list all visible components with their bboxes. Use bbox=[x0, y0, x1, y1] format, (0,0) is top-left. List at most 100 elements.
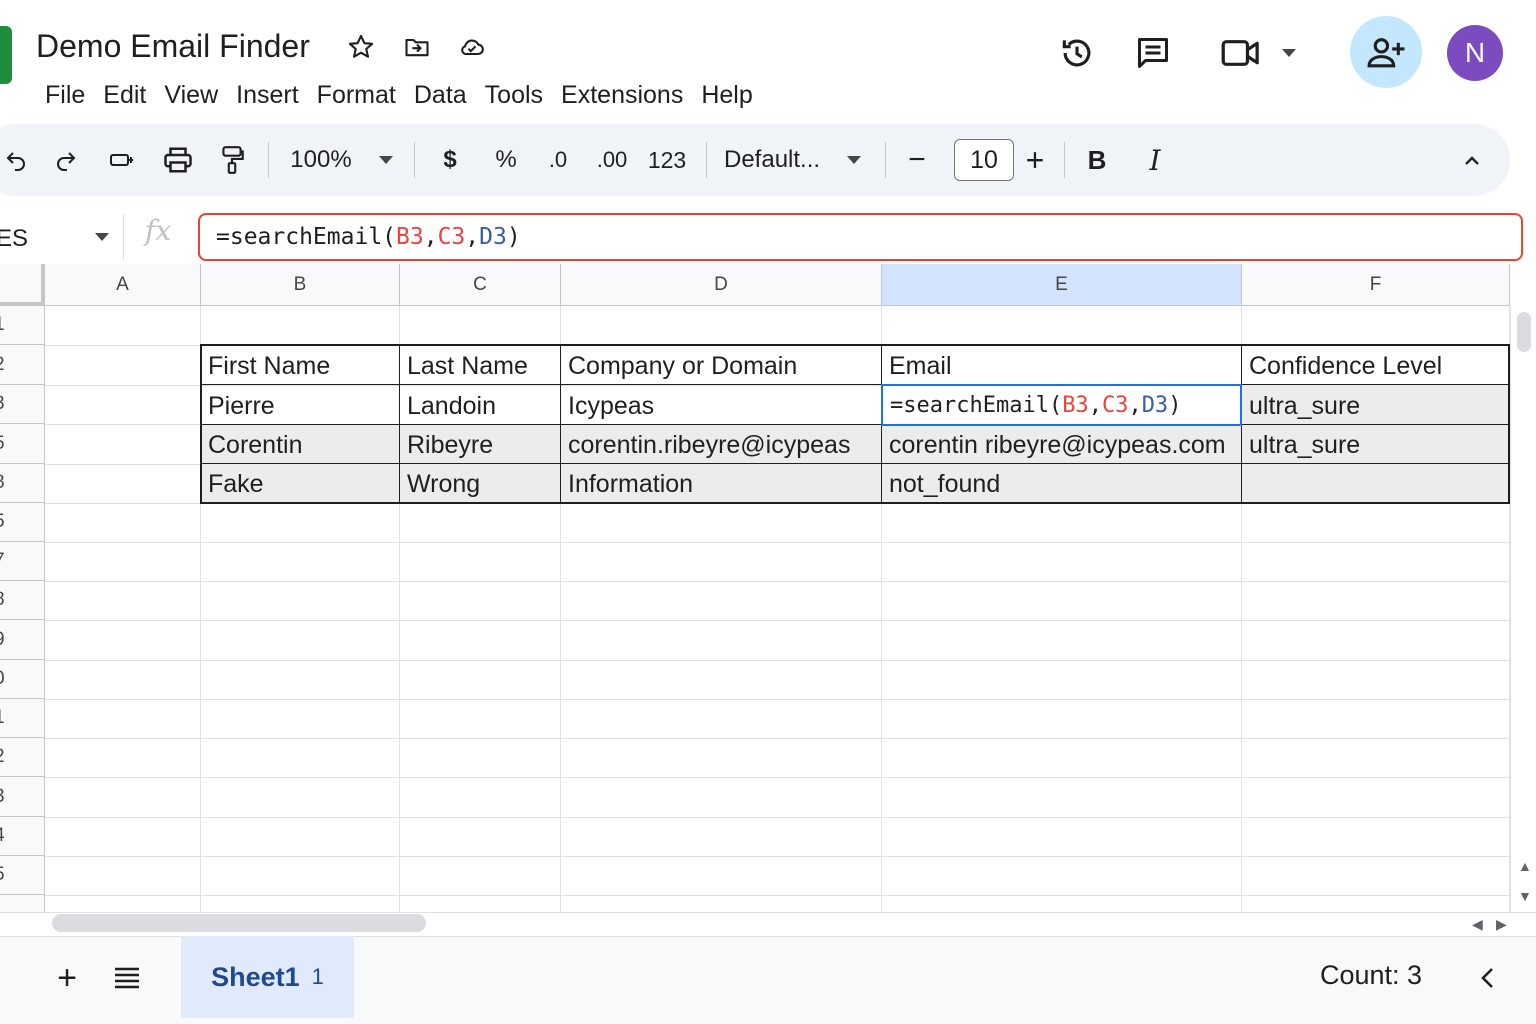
row-header[interactable]: 4 bbox=[0, 817, 45, 856]
column-header-d[interactable]: D bbox=[561, 264, 882, 306]
search-menus-icon[interactable] bbox=[104, 140, 140, 180]
more-formats-button[interactable]: 123 bbox=[645, 140, 689, 180]
formula-prefix: =searchEmail( bbox=[216, 224, 397, 250]
grid-line bbox=[45, 620, 1536, 621]
menu-extensions[interactable]: Extensions bbox=[552, 78, 692, 112]
row-header[interactable]: 1 bbox=[0, 306, 45, 345]
comments-icon[interactable] bbox=[1132, 32, 1174, 74]
column-header-f[interactable]: F bbox=[1242, 264, 1510, 306]
row-header[interactable]: 0 bbox=[0, 660, 45, 699]
formula-comma: , bbox=[423, 224, 438, 250]
column-header-b[interactable]: B bbox=[201, 264, 400, 306]
formula-ref-c3: C3 bbox=[437, 224, 466, 250]
vertical-scrollbar-thumb[interactable] bbox=[1517, 312, 1531, 352]
toolbar-divider bbox=[414, 142, 415, 178]
row-header[interactable]: 3 bbox=[0, 777, 45, 817]
row-header[interactable]: 5 bbox=[0, 424, 45, 464]
paint-format-icon[interactable] bbox=[214, 140, 250, 180]
all-sheets-menu-icon[interactable] bbox=[112, 958, 142, 998]
row-header[interactable]: 2 bbox=[0, 345, 45, 385]
grid-line bbox=[45, 581, 1536, 582]
row-header[interactable]: 8 bbox=[0, 464, 45, 503]
version-history-icon[interactable] bbox=[1056, 32, 1098, 74]
side-panel-toggle-icon[interactable] bbox=[1472, 958, 1502, 998]
grid-line bbox=[45, 542, 1536, 543]
menu-tools[interactable]: Tools bbox=[476, 78, 552, 112]
star-icon[interactable] bbox=[346, 32, 376, 62]
percent-format-button[interactable]: % bbox=[490, 140, 522, 180]
decrease-font-size-button[interactable]: − bbox=[902, 140, 932, 180]
cell-e3-active-editor[interactable]: =searchEmail(B3, C3, D3) bbox=[881, 384, 1242, 426]
row-header[interactable]: 5 bbox=[0, 856, 45, 895]
collapse-toolbar-icon[interactable] bbox=[1458, 140, 1486, 180]
meet-video-icon[interactable] bbox=[1218, 32, 1264, 74]
cell-formula-comma: , bbox=[1088, 392, 1102, 418]
row-header[interactable]: 3 bbox=[0, 385, 45, 424]
increase-font-size-button[interactable]: + bbox=[1020, 140, 1050, 180]
share-button[interactable] bbox=[1350, 16, 1422, 88]
sheet-tab-sheet1[interactable]: Sheet1 1 bbox=[181, 936, 354, 1018]
font-select[interactable]: Default... bbox=[724, 140, 834, 180]
select-all-corner[interactable] bbox=[0, 264, 45, 306]
sheet-tab-label: Sheet1 bbox=[211, 961, 300, 992]
row-header[interactable]: 8 bbox=[0, 581, 45, 620]
meet-dropdown-chevron-icon[interactable] bbox=[1276, 40, 1302, 66]
grid-line bbox=[45, 895, 1536, 896]
spreadsheet-grid[interactable]: A B C D E F 1 2 3 5 8 5 7 8 9 0 1 2 3 4 … bbox=[0, 264, 1536, 916]
row-header[interactable]: 2 bbox=[0, 738, 45, 777]
font-chevron-icon[interactable] bbox=[842, 140, 866, 180]
column-header-e[interactable]: E bbox=[882, 264, 1242, 306]
menu-format[interactable]: Format bbox=[308, 78, 405, 112]
table-border bbox=[560, 344, 561, 504]
horizontal-scrollbar-thumb[interactable] bbox=[52, 914, 426, 932]
column-header-c[interactable]: C bbox=[400, 264, 561, 306]
currency-format-button[interactable]: $ bbox=[434, 140, 466, 180]
move-to-folder-icon[interactable] bbox=[402, 32, 432, 62]
scroll-right-arrow-icon[interactable]: ▶ bbox=[1496, 916, 1507, 933]
menu-edit[interactable]: Edit bbox=[94, 78, 155, 112]
cloud-saved-icon[interactable] bbox=[457, 32, 487, 62]
vertical-scrollbar[interactable] bbox=[1510, 306, 1536, 912]
name-box-value: ES bbox=[0, 225, 29, 252]
name-box-chevron-icon[interactable] bbox=[92, 222, 112, 252]
italic-button[interactable]: I bbox=[1140, 140, 1170, 180]
undo-icon[interactable] bbox=[0, 140, 32, 180]
cell-formula-prefix: =searchEmail( bbox=[890, 392, 1063, 418]
row-header[interactable]: 5 bbox=[0, 503, 45, 542]
bold-button[interactable]: B bbox=[1082, 140, 1112, 180]
sheets-logo[interactable] bbox=[0, 26, 12, 84]
column-header-a[interactable]: A bbox=[45, 264, 201, 306]
scroll-down-arrow-icon[interactable]: ▼ bbox=[1518, 888, 1532, 904]
toolbar-divider bbox=[1064, 142, 1065, 178]
menu-insert[interactable]: Insert bbox=[227, 78, 308, 112]
print-icon[interactable] bbox=[160, 140, 196, 180]
redo-icon[interactable] bbox=[50, 140, 82, 180]
account-avatar[interactable]: N bbox=[1447, 25, 1503, 81]
menu-file[interactable]: File bbox=[36, 78, 94, 112]
toolbar-divider bbox=[268, 142, 269, 178]
fx-icon: fx bbox=[145, 214, 172, 247]
increase-decimal-button[interactable]: .00 bbox=[592, 140, 632, 180]
add-person-icon bbox=[1367, 38, 1405, 68]
grid-line bbox=[45, 777, 1536, 778]
document-title[interactable]: Demo Email Finder bbox=[36, 28, 310, 65]
formula-input[interactable]: =searchEmail(B3, C3, D3) bbox=[198, 213, 1523, 261]
cell-formula-ref-d3: D3 bbox=[1141, 392, 1169, 418]
scroll-left-arrow-icon[interactable]: ◀ bbox=[1472, 916, 1483, 933]
zoom-chevron-icon[interactable] bbox=[374, 140, 398, 180]
scroll-up-arrow-icon[interactable]: ▲ bbox=[1518, 858, 1532, 874]
formula-ref-b3: B3 bbox=[396, 224, 424, 250]
font-size-input[interactable]: 10 bbox=[954, 139, 1014, 181]
menu-data[interactable]: Data bbox=[405, 78, 476, 112]
menu-help[interactable]: Help bbox=[692, 78, 761, 112]
formula-divider bbox=[123, 214, 124, 260]
row-header[interactable]: 9 bbox=[0, 620, 45, 660]
zoom-select[interactable]: 100% bbox=[286, 140, 356, 180]
selection-count[interactable]: Count: 3 bbox=[1320, 960, 1422, 991]
decrease-decimal-button[interactable]: .0 bbox=[540, 140, 576, 180]
row-header[interactable]: 7 bbox=[0, 542, 45, 581]
add-sheet-button[interactable]: + bbox=[52, 958, 82, 998]
menu-view[interactable]: View bbox=[155, 78, 227, 112]
table-border bbox=[200, 463, 1510, 464]
row-header[interactable]: 1 bbox=[0, 699, 45, 738]
